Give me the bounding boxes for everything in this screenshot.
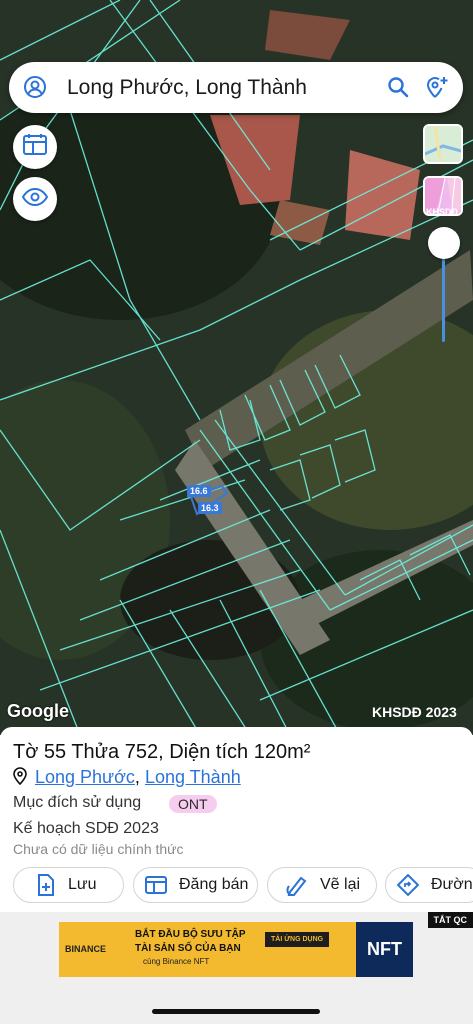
search-query[interactable]: Long Phước, Long Thành bbox=[67, 76, 307, 100]
land-use-purpose-label: Mục đích sử dụng bbox=[13, 794, 142, 811]
save-button[interactable]: Lưu bbox=[13, 867, 124, 903]
listing-icon bbox=[145, 875, 167, 895]
post-sale-button-label: Đăng bán bbox=[179, 876, 249, 893]
save-button-label: Lưu bbox=[68, 876, 97, 893]
doc-plus-icon bbox=[36, 874, 56, 896]
khsdd-layer-label: KHSDĐ bbox=[426, 207, 459, 217]
land-use-badge: ONT bbox=[169, 795, 217, 813]
search-bar[interactable]: Long Phước, Long Thành bbox=[9, 62, 463, 113]
layout-icon bbox=[23, 133, 47, 161]
user-icon[interactable] bbox=[23, 75, 47, 104]
redraw-button-label: Vẽ lại bbox=[320, 876, 361, 893]
location-separator: , bbox=[134, 767, 140, 787]
close-ads-button[interactable]: TẮT QC bbox=[427, 912, 473, 928]
ad-headline-1: BẮT ĐẦU BỘ SƯU TẬP bbox=[135, 929, 246, 940]
parcel-location: Long Phước, Long Thành bbox=[13, 767, 241, 788]
eye-icon bbox=[21, 187, 49, 211]
parcel-info-sheet: Tờ 55 Thửa 752, Diện tích 120m² Long Phư… bbox=[0, 727, 473, 912]
land-plan-label: Kế hoạch SDĐ 2023 bbox=[13, 820, 159, 837]
layout-button[interactable] bbox=[13, 125, 57, 169]
commune-link[interactable]: Long Phước bbox=[35, 767, 135, 787]
ad-nft-badge: NFT bbox=[356, 922, 413, 977]
location-plus-icon[interactable] bbox=[425, 75, 449, 104]
directions-button[interactable]: Đường bbox=[385, 867, 473, 903]
base-map-thumbnail[interactable] bbox=[423, 124, 463, 164]
ad-banner-area: TẮT QC BINANCE BẮT ĐẦU BỘ SƯU TẬP TÀI SẢ… bbox=[0, 912, 473, 1024]
edge-measure-label: 16.3 bbox=[198, 502, 222, 514]
redraw-button[interactable]: Vẽ lại bbox=[267, 867, 377, 903]
google-logo: Google bbox=[7, 701, 69, 721]
satellite-map[interactable]: Long Phước, Long Thành KHSDĐ 16.6 16.3 G… bbox=[0, 0, 473, 735]
edge-measure-label: 16.6 bbox=[187, 485, 211, 497]
district-link[interactable]: Long Thành bbox=[145, 767, 241, 787]
visibility-button[interactable] bbox=[13, 177, 57, 221]
search-icon[interactable] bbox=[387, 76, 409, 103]
location-pin-icon bbox=[13, 767, 27, 786]
land-plan-note: Chưa có dữ liệu chính thức bbox=[13, 841, 184, 857]
binance-ad[interactable]: BINANCE BẮT ĐẦU BỘ SƯU TẬP TÀI SẢN SỐ CỦ… bbox=[59, 922, 413, 977]
layer-year-label: KHSDĐ 2023 bbox=[372, 704, 457, 720]
ad-subline: cùng Binance NFT bbox=[143, 957, 210, 966]
ad-headline-2: TÀI SẢN SỐ CỦA BẠN bbox=[135, 943, 241, 954]
opacity-slider-knob[interactable] bbox=[428, 227, 460, 259]
post-sale-button[interactable]: Đăng bán bbox=[133, 867, 258, 903]
directions-button-label: Đường bbox=[431, 876, 473, 893]
home-indicator[interactable] bbox=[152, 1009, 320, 1014]
parcel-title: Tờ 55 Thửa 752, Diện tích 120m² bbox=[13, 741, 311, 763]
pen-icon bbox=[286, 874, 308, 896]
directions-icon bbox=[397, 874, 419, 896]
ad-download-button[interactable]: TẢI ỨNG DỤNG bbox=[265, 932, 330, 947]
ad-brand: BINANCE bbox=[65, 944, 107, 954]
